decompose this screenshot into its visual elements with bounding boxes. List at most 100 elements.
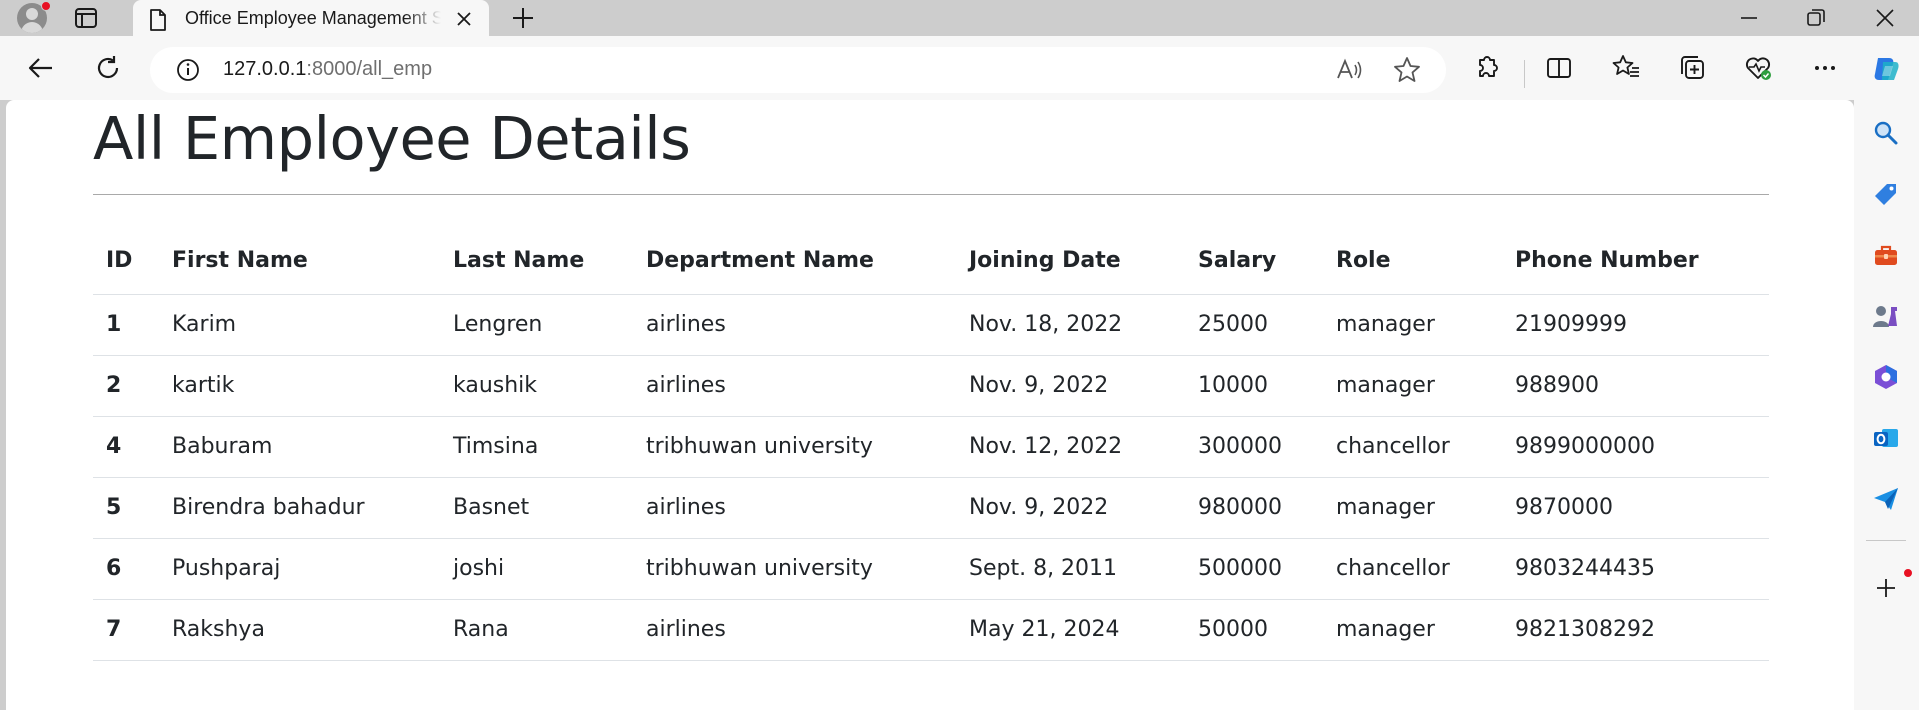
edge-sidebar	[1854, 100, 1919, 710]
cell-first-name: Baburam	[159, 416, 440, 478]
toolbar-divider	[1524, 60, 1525, 88]
read-aloud-icon[interactable]	[1334, 55, 1364, 85]
puzzle-icon[interactable]	[1472, 53, 1502, 83]
table-row: 7 Rakshya Rana airlines May 21, 2024 500…	[93, 599, 1769, 661]
microsoft365-icon[interactable]	[1872, 363, 1900, 391]
table-row: 2 kartik kaushik airlines Nov. 9, 2022 1…	[93, 355, 1769, 417]
cell-joining-date: Sept. 8, 2011	[956, 538, 1185, 600]
url-host: 127.0.0.1	[223, 58, 307, 80]
cell-joining-date: Nov. 9, 2022	[956, 355, 1185, 417]
sidebar-divider	[1866, 540, 1906, 541]
cell-joining-date: Nov. 9, 2022	[956, 477, 1185, 539]
url-path: :8000/all_emp	[306, 58, 433, 80]
cell-phone: 9870000	[1502, 477, 1769, 539]
cell-department: airlines	[633, 355, 956, 417]
cell-joining-date: May 21, 2024	[956, 599, 1185, 661]
cell-first-name: kartik	[159, 355, 440, 417]
cell-department: airlines	[633, 294, 956, 356]
cell-salary: 980000	[1185, 477, 1323, 539]
send-icon[interactable]	[1872, 485, 1900, 513]
cell-salary: 25000	[1185, 294, 1323, 356]
browser-essentials-icon[interactable]	[1743, 53, 1773, 83]
url-text[interactable]: 127.0.0.1:8000/all_emp	[223, 58, 432, 81]
notification-dot	[41, 1, 51, 11]
new-tab-button[interactable]	[510, 5, 536, 31]
cell-id: 7	[93, 599, 159, 661]
cell-role: chancellor	[1323, 538, 1502, 600]
cell-phone: 9803244435	[1502, 538, 1769, 600]
cell-role: chancellor	[1323, 416, 1502, 478]
table-row: 1 Karim Lengren airlines Nov. 18, 2022 2…	[93, 294, 1769, 356]
tag-icon[interactable]	[1872, 180, 1900, 208]
cell-salary: 10000	[1185, 355, 1323, 417]
cell-department: airlines	[633, 599, 956, 661]
column-header-id: ID	[93, 228, 159, 295]
notification-dot	[1904, 569, 1912, 577]
toolbox-icon[interactable]	[1872, 241, 1900, 269]
cell-phone: 9821308292	[1502, 599, 1769, 661]
cell-role: manager	[1323, 477, 1502, 539]
cell-joining-date: Nov. 12, 2022	[956, 416, 1185, 478]
cell-id: 2	[93, 355, 159, 417]
cell-joining-date: Nov. 18, 2022	[956, 294, 1185, 356]
cell-id: 1	[93, 294, 159, 356]
copilot-icon[interactable]	[1869, 52, 1903, 86]
tab-strip: Office Employee Management System	[0, 0, 1919, 38]
cell-phone: 988900	[1502, 355, 1769, 417]
cell-phone: 21909999	[1502, 294, 1769, 356]
restore-button[interactable]	[1803, 5, 1829, 31]
games-icon[interactable]	[1872, 302, 1900, 330]
cell-role: manager	[1323, 294, 1502, 356]
cell-department: tribhuwan university	[633, 416, 956, 478]
search-icon[interactable]	[1872, 119, 1900, 147]
split-screen-icon[interactable]	[1544, 53, 1574, 83]
employee-table: ID First Name Last Name Department Name …	[93, 228, 1769, 661]
cell-last-name: Timsina	[440, 416, 633, 478]
address-bar[interactable]: 127.0.0.1:8000/all_emp	[150, 47, 1446, 93]
cell-last-name: joshi	[440, 538, 633, 600]
page-icon	[148, 8, 168, 36]
cell-role: manager	[1323, 355, 1502, 417]
cell-first-name: Karim	[159, 294, 440, 356]
back-arrow-icon[interactable]	[26, 53, 56, 83]
cell-salary: 500000	[1185, 538, 1323, 600]
column-header-first-name: First Name	[159, 228, 440, 295]
close-icon[interactable]	[453, 8, 475, 30]
cell-salary: 300000	[1185, 416, 1323, 478]
tab-actions-icon[interactable]	[74, 7, 98, 29]
column-header-phone: Phone Number	[1502, 228, 1769, 295]
cell-phone: 9899000000	[1502, 416, 1769, 478]
column-header-joining-date: Joining Date	[956, 228, 1185, 295]
browser-toolbar: 127.0.0.1:8000/all_emp	[0, 36, 1919, 100]
cell-id: 6	[93, 538, 159, 600]
column-header-last-name: Last Name	[440, 228, 633, 295]
outlook-icon[interactable]	[1872, 424, 1900, 452]
active-tab[interactable]: Office Employee Management System	[133, 0, 489, 38]
cell-salary: 50000	[1185, 599, 1323, 661]
minimize-button[interactable]	[1736, 5, 1762, 31]
cell-department: airlines	[633, 477, 956, 539]
cell-id: 5	[93, 477, 159, 539]
table-row: 5 Birendra bahadur Basnet airlines Nov. …	[93, 477, 1769, 539]
cell-last-name: Basnet	[440, 477, 633, 539]
title-divider	[93, 194, 1769, 195]
page-content: All Employee Details ID First Name Last …	[6, 100, 1854, 710]
cell-first-name: Birendra bahadur	[159, 477, 440, 539]
table-row: 6 Pushparaj joshi tribhuwan university S…	[93, 538, 1769, 600]
cell-first-name: Rakshya	[159, 599, 440, 661]
column-header-salary: Salary	[1185, 228, 1323, 295]
cell-role: manager	[1323, 599, 1502, 661]
info-icon[interactable]	[175, 57, 201, 87]
star-icon[interactable]	[1392, 55, 1422, 85]
plus-icon[interactable]	[1872, 574, 1900, 602]
collections-icon[interactable]	[1677, 53, 1707, 83]
close-window-button[interactable]	[1872, 5, 1898, 31]
table-row: 4 Baburam Timsina tribhuwan university N…	[93, 416, 1769, 478]
cell-id: 4	[93, 416, 159, 478]
favorites-icon[interactable]	[1611, 53, 1641, 83]
refresh-icon[interactable]	[93, 53, 123, 83]
cell-last-name: Lengren	[440, 294, 633, 356]
column-header-department: Department Name	[633, 228, 956, 295]
page-title: All Employee Details	[93, 104, 691, 173]
more-icon[interactable]	[1810, 53, 1840, 83]
